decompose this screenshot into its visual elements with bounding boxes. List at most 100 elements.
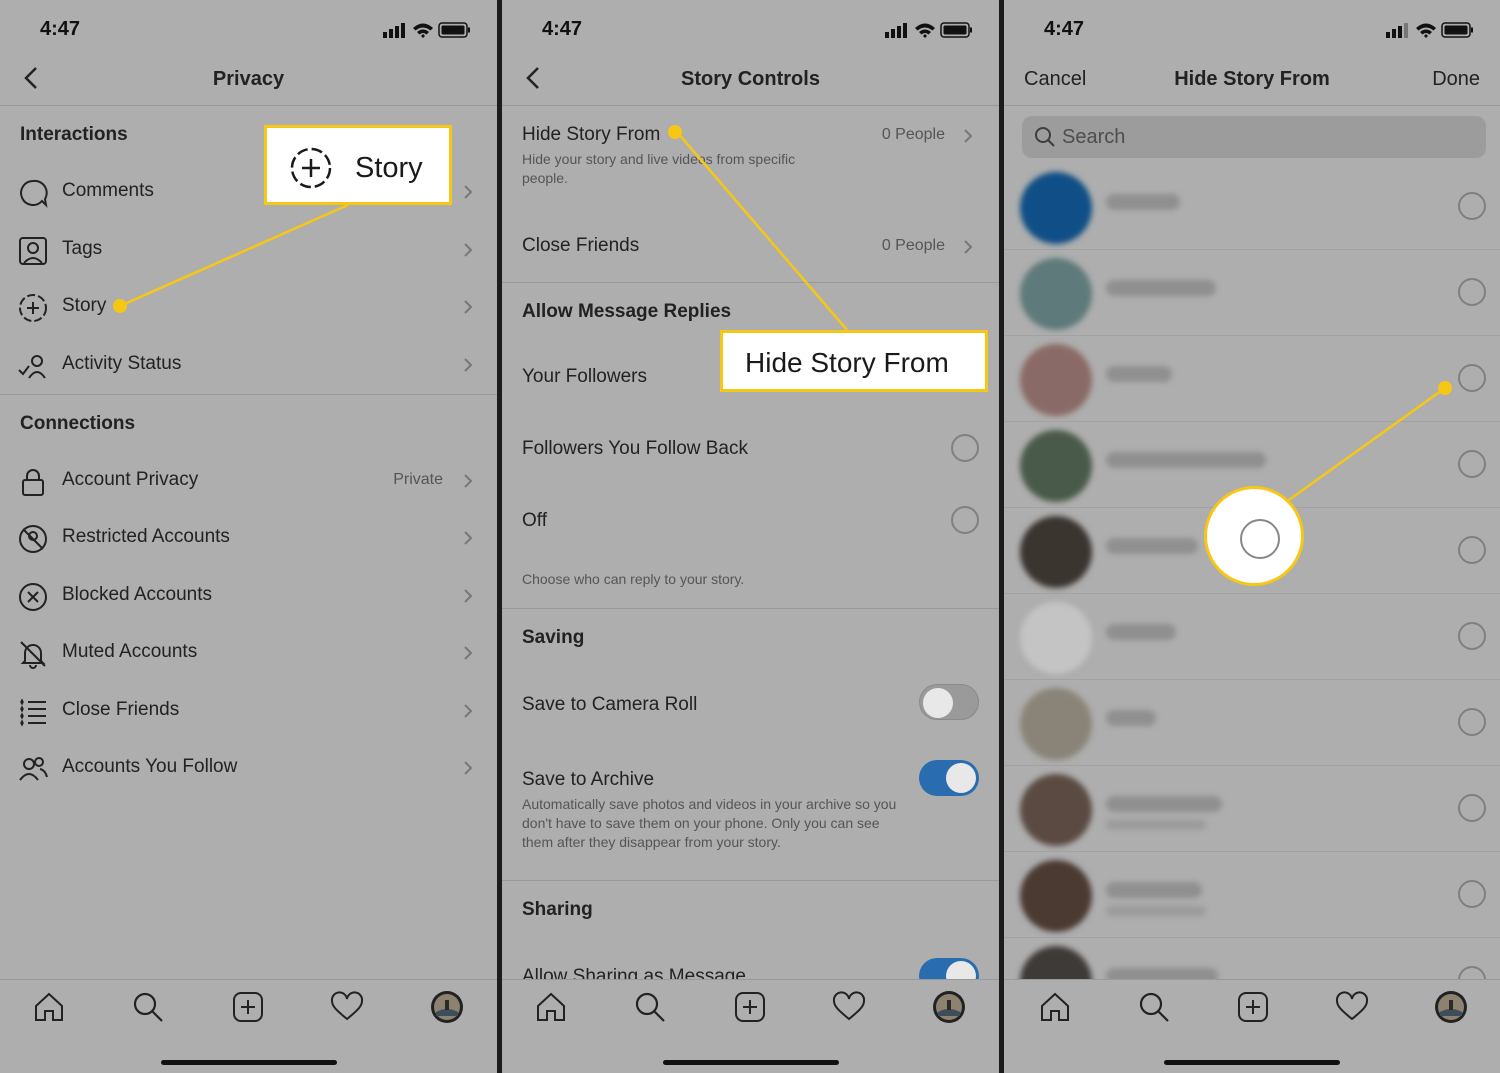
replies-note: Choose who can reply to your story. — [522, 566, 979, 589]
row-label: Close Friends — [62, 699, 180, 720]
chevron-right-icon — [464, 531, 473, 545]
story-controls-screen: 4:47 Story Controls Hide Story From 0 Pe… — [502, 0, 999, 1073]
privacy-screen: 4:47 Privacy Interactions Comments Tags … — [0, 0, 497, 1073]
row-close-friends[interactable]: Close Friends — [0, 683, 497, 739]
avatar — [1020, 602, 1092, 674]
row-muted-accounts[interactable]: Muted Accounts — [0, 625, 497, 681]
blurred-username — [1106, 624, 1176, 640]
search-icon[interactable] — [131, 990, 165, 1024]
section-header-saving: Saving — [522, 627, 585, 648]
row-label: Muted Accounts — [62, 641, 198, 662]
chevron-right-icon — [464, 704, 473, 718]
hide-story-from-screen: 4:47 Cancel Hide Story From Done Search — [1004, 0, 1500, 1073]
home-icon[interactable] — [32, 990, 66, 1024]
people-icon — [19, 757, 48, 781]
select-radio[interactable] — [1458, 794, 1486, 822]
row-label: Account Privacy — [62, 469, 199, 490]
avatar — [1020, 774, 1092, 846]
toggle-save-camera-roll[interactable] — [919, 684, 979, 720]
section-header-connections: Connections — [20, 413, 136, 434]
story-plus-icon — [290, 147, 332, 189]
avatar — [1020, 860, 1092, 932]
profile-avatar-icon[interactable] — [1434, 990, 1468, 1024]
screen-separator — [999, 0, 1004, 1073]
blurred-fullname — [1106, 906, 1206, 916]
home-icon[interactable] — [1038, 990, 1072, 1024]
radio-follow-back[interactable] — [951, 434, 979, 462]
section-header-sharing: Sharing — [522, 899, 593, 920]
option-label: Followers You Follow Back — [522, 438, 748, 459]
home-indicator — [662, 1060, 839, 1065]
row-value: Private — [393, 471, 443, 488]
radio-off[interactable] — [951, 506, 979, 534]
search-icon[interactable] — [1137, 990, 1171, 1024]
chevron-right-icon — [464, 761, 473, 775]
select-radio[interactable] — [1458, 880, 1486, 908]
tab-bar — [1004, 979, 1500, 1073]
blocked-icon — [19, 583, 47, 611]
home-icon[interactable] — [534, 990, 568, 1024]
list-item[interactable] — [1004, 594, 1500, 680]
restricted-icon — [19, 525, 47, 553]
callout-pointer-dot — [668, 125, 682, 139]
toggle-knob — [923, 688, 953, 718]
avatar — [1020, 688, 1092, 760]
row-save-camera-roll: Save to Camera Roll — [522, 694, 979, 716]
screen-separator — [497, 0, 502, 1073]
blurred-username — [1106, 882, 1202, 898]
tab-bar — [502, 979, 999, 1073]
select-radio[interactable] — [1458, 708, 1486, 736]
tab-bar — [0, 979, 497, 1073]
home-indicator — [160, 1060, 337, 1065]
option-label: Off — [522, 510, 547, 531]
blurred-fullname — [1106, 820, 1206, 830]
new-post-icon[interactable] — [231, 990, 265, 1024]
blurred-username — [1106, 796, 1222, 812]
callout-hide-story-from: Hide Story From — [720, 330, 988, 392]
chevron-right-icon — [464, 646, 473, 660]
row-label: Restricted Accounts — [62, 526, 230, 547]
heart-icon[interactable] — [1335, 990, 1369, 1024]
callout-pointer-dot — [113, 299, 127, 313]
chevron-right-icon — [464, 589, 473, 603]
toggle-knob — [946, 763, 976, 793]
callout-hide-story-text: Hide Story From — [745, 347, 949, 378]
lock-icon — [22, 469, 44, 496]
divider — [502, 880, 999, 881]
row-label: Save to Camera Roll — [522, 694, 698, 715]
toggle-save-archive[interactable] — [919, 760, 979, 796]
select-radio[interactable] — [1458, 622, 1486, 650]
reply-option-follow-back[interactable]: Followers You Follow Back — [522, 438, 979, 460]
close-friends-list-icon — [20, 698, 46, 727]
magnified-radio — [1240, 519, 1280, 559]
search-icon[interactable] — [633, 990, 667, 1024]
row-accounts-you-follow[interactable]: Accounts You Follow — [0, 740, 497, 796]
row-blocked-accounts[interactable]: Blocked Accounts — [0, 568, 497, 624]
list-item[interactable] — [1004, 766, 1500, 852]
note-text: Choose who can reply to your story. — [522, 571, 745, 587]
home-indicator — [1164, 1060, 1340, 1065]
callout-radio-magnifier — [1204, 486, 1304, 586]
callout-story-text: Story — [355, 152, 423, 184]
chevron-right-icon — [464, 474, 473, 488]
new-post-icon[interactable] — [1236, 990, 1270, 1024]
list-item[interactable] — [1004, 852, 1500, 938]
heart-icon[interactable] — [330, 990, 364, 1024]
blurred-username — [1106, 710, 1156, 726]
callout-pointer-dot — [1438, 381, 1452, 395]
divider — [502, 608, 999, 609]
reply-option-off[interactable]: Off — [522, 510, 979, 532]
row-account-privacy[interactable]: Account Privacy Private — [0, 453, 497, 509]
row-label: Save to Archive — [522, 769, 655, 790]
heart-icon[interactable] — [832, 990, 866, 1024]
row-save-archive: Save to Archive Automatically save photo… — [522, 769, 979, 852]
row-description: Automatically save photos and videos in … — [522, 796, 897, 850]
profile-avatar-icon[interactable] — [430, 990, 464, 1024]
row-restricted-accounts[interactable]: Restricted Accounts — [0, 510, 497, 566]
row-label: Blocked Accounts — [62, 584, 212, 605]
row-label: Accounts You Follow — [62, 756, 238, 777]
new-post-icon[interactable] — [733, 990, 767, 1024]
profile-avatar-icon[interactable] — [932, 990, 966, 1024]
list-item[interactable] — [1004, 680, 1500, 766]
callout-story: Story — [264, 125, 452, 205]
